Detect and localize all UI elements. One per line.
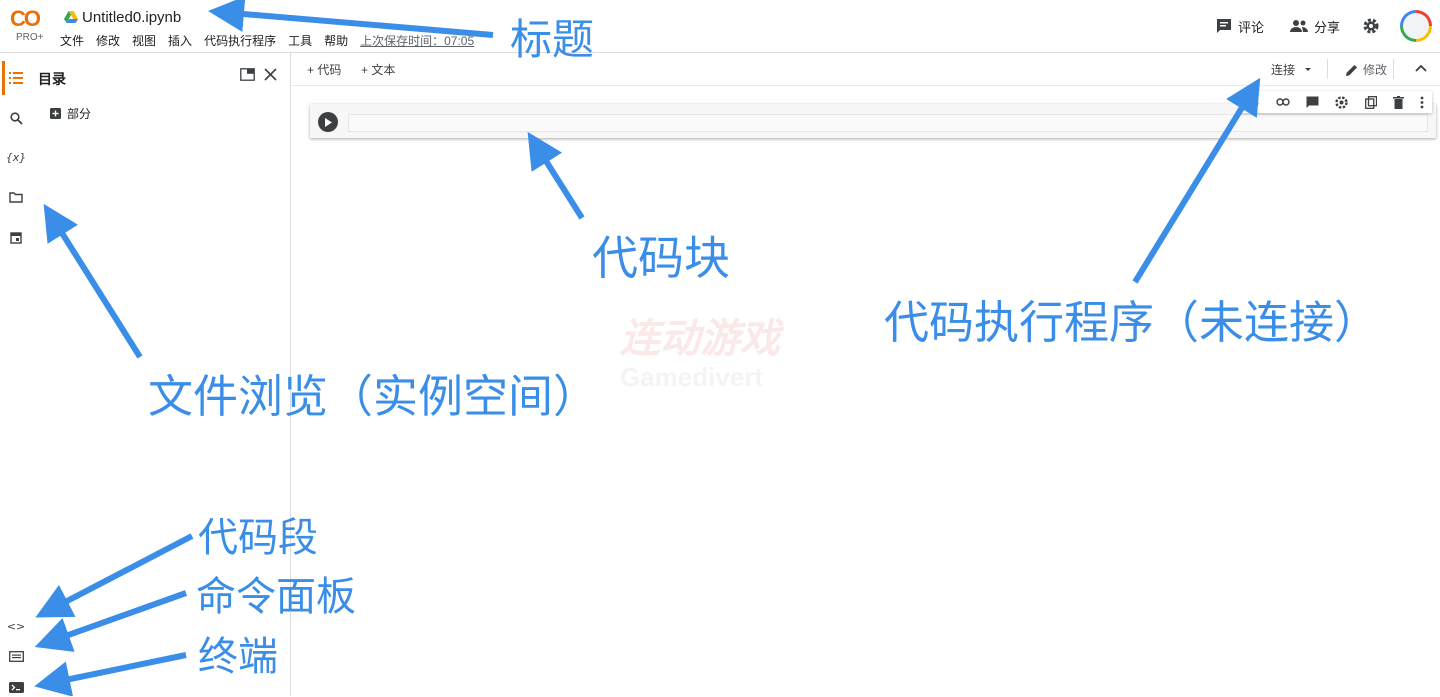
section-label: 部分 bbox=[67, 107, 92, 121]
people-icon bbox=[1289, 20, 1308, 32]
open-tab-icon[interactable] bbox=[240, 68, 255, 81]
title-row: Untitled0.ipynb bbox=[64, 6, 181, 28]
add-code-button[interactable]: + 代码 bbox=[307, 61, 341, 78]
calendar-icon[interactable] bbox=[6, 227, 26, 247]
avatar[interactable] bbox=[1400, 10, 1432, 42]
menu-insert[interactable]: 插入 bbox=[168, 32, 192, 49]
edit-button[interactable]: 修改 bbox=[1345, 61, 1387, 78]
code-icon[interactable]: <> bbox=[6, 616, 26, 636]
comment-cell-icon[interactable] bbox=[1306, 96, 1319, 109]
variables-icon[interactable]: {x} bbox=[6, 147, 27, 167]
drive-icon[interactable] bbox=[64, 11, 78, 23]
chevron-up-icon[interactable] bbox=[1415, 64, 1427, 72]
mirror-cell-icon[interactable] bbox=[1364, 95, 1377, 109]
add-section-button[interactable]: 部分 bbox=[50, 105, 91, 122]
annotation-terminal: 终端 bbox=[198, 634, 278, 680]
cell-settings-icon[interactable] bbox=[1335, 95, 1349, 109]
settings-button[interactable] bbox=[1356, 17, 1386, 35]
notebook-toolbar: + 代码 + 文本 连接 修改 bbox=[291, 53, 1440, 86]
annotation-title: 标题 bbox=[510, 15, 595, 64]
toc-icon[interactable] bbox=[6, 68, 26, 88]
share-label: 分享 bbox=[1313, 19, 1340, 35]
annotation-snippets: 代码段 bbox=[198, 515, 318, 561]
folder-icon[interactable] bbox=[6, 187, 26, 207]
menu-tools[interactable]: 工具 bbox=[288, 32, 312, 49]
menu-help[interactable]: 帮助 bbox=[324, 32, 348, 49]
menu-view[interactable]: 视图 bbox=[132, 32, 156, 49]
pencil-icon bbox=[1346, 64, 1357, 76]
comment-icon bbox=[1216, 19, 1231, 33]
comment-label: 评论 bbox=[1237, 19, 1264, 35]
terminal-icon[interactable] bbox=[6, 677, 26, 697]
menu-runtime[interactable]: 代码执行程序 bbox=[204, 32, 276, 49]
arrow-down-icon[interactable] bbox=[1250, 96, 1260, 108]
annotation-code-cell: 代码块 bbox=[592, 231, 730, 285]
caret-down-icon bbox=[1305, 67, 1312, 71]
toolbar-divider bbox=[1327, 59, 1328, 79]
header-actions: 评论 分享 bbox=[1206, 8, 1440, 44]
header: CO PRO+ Untitled0.ipynb 文件 修改 视图 插入 代码执行… bbox=[0, 0, 1440, 53]
code-cell-input[interactable] bbox=[348, 114, 1428, 132]
comment-button[interactable]: 评论 bbox=[1206, 10, 1274, 42]
toc-title: 目录 bbox=[38, 71, 66, 87]
more-vert-icon[interactable] bbox=[1420, 96, 1424, 109]
gear-icon bbox=[1363, 18, 1379, 34]
delete-icon[interactable] bbox=[1392, 95, 1404, 109]
left-rail: {x} <> bbox=[0, 53, 32, 696]
connect-button[interactable]: 连接 bbox=[1271, 61, 1315, 78]
menu-edit[interactable]: 修改 bbox=[96, 32, 120, 49]
doc-title[interactable]: Untitled0.ipynb bbox=[82, 9, 181, 26]
menu-bar: 文件 修改 视图 插入 代码执行程序 工具 帮助 上次保存时间：07:05 bbox=[60, 32, 474, 49]
rail-active-indicator bbox=[2, 61, 5, 95]
annotation-runtime: 代码执行程序（未连接） bbox=[884, 296, 1380, 349]
last-saved-link[interactable]: 上次保存时间：07:05 bbox=[360, 32, 474, 49]
close-icon[interactable] bbox=[264, 68, 277, 81]
logo-text: CO bbox=[10, 6, 41, 31]
connect-label: 连接 bbox=[1271, 63, 1296, 77]
cell-toolbar bbox=[1242, 91, 1432, 113]
search-icon[interactable] bbox=[6, 108, 26, 128]
annotation-command-palette: 命令面板 bbox=[196, 574, 356, 620]
edit-label: 修改 bbox=[1363, 63, 1388, 77]
link-icon[interactable] bbox=[1276, 98, 1290, 106]
toolbar-divider bbox=[1393, 59, 1394, 79]
annotation-file-browser: 文件浏览（实例空间） bbox=[148, 370, 599, 423]
colab-logo[interactable]: CO PRO+ bbox=[10, 6, 50, 46]
plus-box-icon bbox=[50, 108, 61, 119]
watermark-text: Gamedivert bbox=[620, 362, 764, 392]
logo-badge: PRO+ bbox=[16, 32, 44, 43]
add-text-button[interactable]: + 文本 bbox=[361, 61, 395, 78]
command-icon[interactable] bbox=[6, 646, 26, 666]
run-button[interactable] bbox=[318, 112, 338, 132]
watermark-logo: 连动游戏 bbox=[620, 316, 780, 362]
arrow-code-cell bbox=[527, 131, 585, 220]
menu-file[interactable]: 文件 bbox=[60, 32, 84, 49]
share-button[interactable]: 分享 bbox=[1280, 10, 1350, 42]
run-icon bbox=[325, 117, 332, 127]
